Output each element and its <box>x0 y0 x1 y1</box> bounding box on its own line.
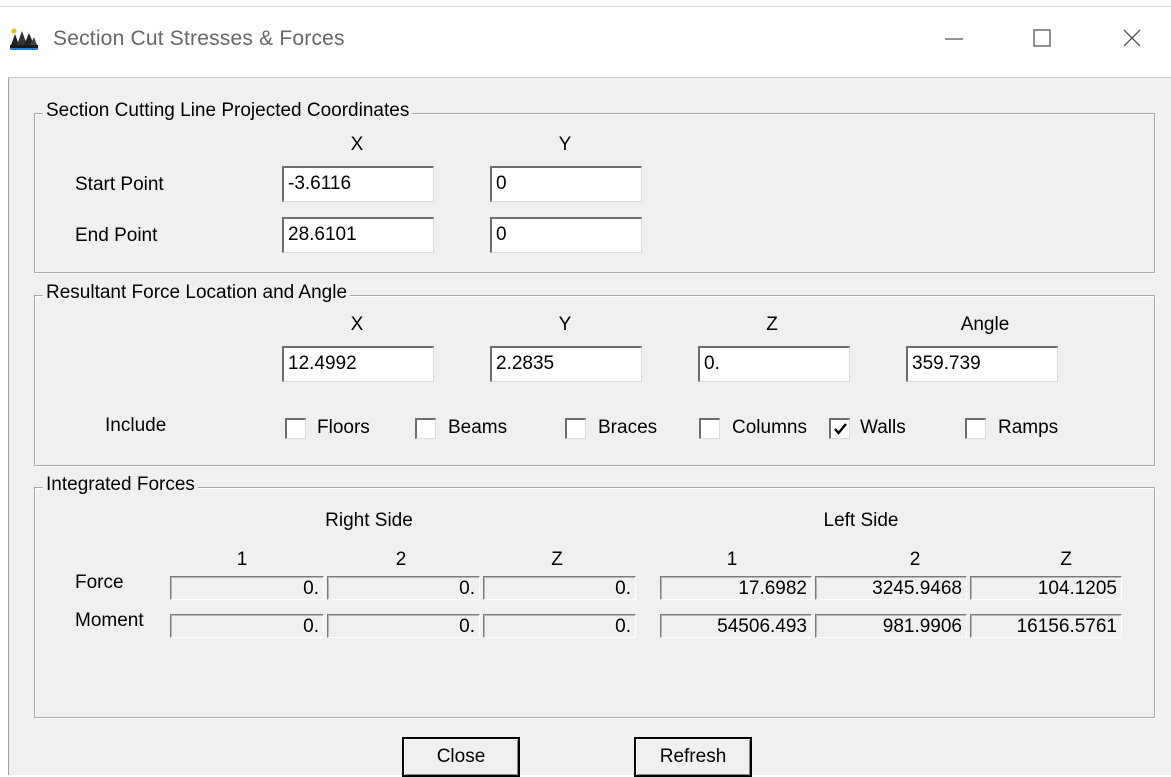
end-point-label: End Point <box>75 225 158 246</box>
include-floors-checkbox[interactable] <box>285 418 306 439</box>
include-walls-label: Walls <box>860 417 906 438</box>
section-x-header: X <box>350 134 364 155</box>
force-right-2-value: 0. <box>327 576 480 600</box>
include-walls-checkbox[interactable] <box>829 418 850 439</box>
right-side-header: Right Side <box>325 510 413 531</box>
include-braces-label: Braces <box>598 417 658 438</box>
include-ramps-label: Ramps <box>998 417 1059 438</box>
window-title: Section Cut Stresses & Forces <box>53 27 345 50</box>
include-ramps-checkbox[interactable] <box>965 418 986 439</box>
dialog-client-area: Section Cutting Line Projected Coordinat… <box>8 77 1171 777</box>
section-cutting-line-group: Section Cutting Line Projected Coordinat… <box>34 100 1155 273</box>
left-side-header: Left Side <box>823 510 899 531</box>
force-left-z-value: 104.1205 <box>970 576 1122 600</box>
right-col-z-header: Z <box>551 549 563 570</box>
close-button[interactable]: Close <box>402 737 520 777</box>
force-row-label: Force <box>75 572 124 593</box>
close-icon <box>1123 29 1141 47</box>
resultant-angle-header: Angle <box>960 314 1010 335</box>
force-left-1-value: 17.6982 <box>660 576 812 600</box>
include-columns-label: Columns <box>732 417 807 438</box>
resultant-y-header: Y <box>558 314 572 335</box>
start-point-x-field[interactable]: -3.6116 <box>282 166 434 202</box>
maximize-icon <box>1033 29 1051 47</box>
force-right-z-value: 0. <box>483 576 636 600</box>
resultant-z-header: Z <box>766 314 778 335</box>
close-window-button[interactable] <box>1112 18 1152 58</box>
resultant-angle-field[interactable]: 359.739 <box>906 346 1058 382</box>
start-point-y-field[interactable]: 0 <box>490 166 642 202</box>
section-y-header: Y <box>558 134 572 155</box>
top-edge <box>0 6 1171 7</box>
moment-row-label: Moment <box>75 610 144 631</box>
left-col-2-header: 2 <box>909 549 921 570</box>
include-floors-label: Floors <box>317 417 370 438</box>
resultant-z-field[interactable]: 0. <box>698 346 850 382</box>
integrated-forces-group: Integrated Forces Right Side Left Side 1… <box>34 474 1155 718</box>
resultant-x-field[interactable]: 12.4992 <box>282 346 434 382</box>
minimize-button[interactable] <box>934 18 974 58</box>
left-col-z-header: Z <box>1060 549 1072 570</box>
resultant-force-group: Resultant Force Location and Angle X Y Z… <box>34 282 1155 466</box>
moment-left-z-value: 16156.5761 <box>970 614 1122 638</box>
integrated-forces-legend: Integrated Forces <box>43 474 198 496</box>
dialog-window: Section Cut Stresses & Forces Section Cu… <box>0 0 1171 777</box>
checkmark-icon <box>834 423 847 435</box>
moment-left-1-value: 54506.493 <box>660 614 812 638</box>
right-col-1-header: 1 <box>236 549 248 570</box>
force-left-2-value: 3245.9468 <box>815 576 967 600</box>
right-col-2-header: 2 <box>395 549 407 570</box>
resultant-force-legend: Resultant Force Location and Angle <box>43 282 351 304</box>
refresh-button[interactable]: Refresh <box>634 737 752 777</box>
end-point-y-field[interactable]: 0 <box>490 217 642 253</box>
resultant-x-header: X <box>350 314 364 335</box>
minimize-icon <box>945 38 963 40</box>
end-point-x-field[interactable]: 28.6101 <box>282 217 434 253</box>
start-point-label: Start Point <box>75 174 164 195</box>
moment-right-1-value: 0. <box>170 614 324 638</box>
force-right-1-value: 0. <box>170 576 324 600</box>
moment-left-2-value: 981.9906 <box>815 614 967 638</box>
resultant-y-field[interactable]: 2.2835 <box>490 346 642 382</box>
left-col-1-header: 1 <box>726 549 738 570</box>
maximize-button[interactable] <box>1022 18 1062 58</box>
title-bar[interactable]: Section Cut Stresses & Forces <box>0 0 1171 78</box>
app-icon <box>10 28 38 50</box>
include-braces-checkbox[interactable] <box>565 418 586 439</box>
moment-right-z-value: 0. <box>483 614 636 638</box>
moment-right-2-value: 0. <box>327 614 480 638</box>
include-columns-checkbox[interactable] <box>699 418 720 439</box>
include-label: Include <box>105 415 167 436</box>
include-beams-label: Beams <box>448 417 508 438</box>
section-cutting-line-legend: Section Cutting Line Projected Coordinat… <box>43 100 413 122</box>
include-beams-checkbox[interactable] <box>415 418 436 439</box>
